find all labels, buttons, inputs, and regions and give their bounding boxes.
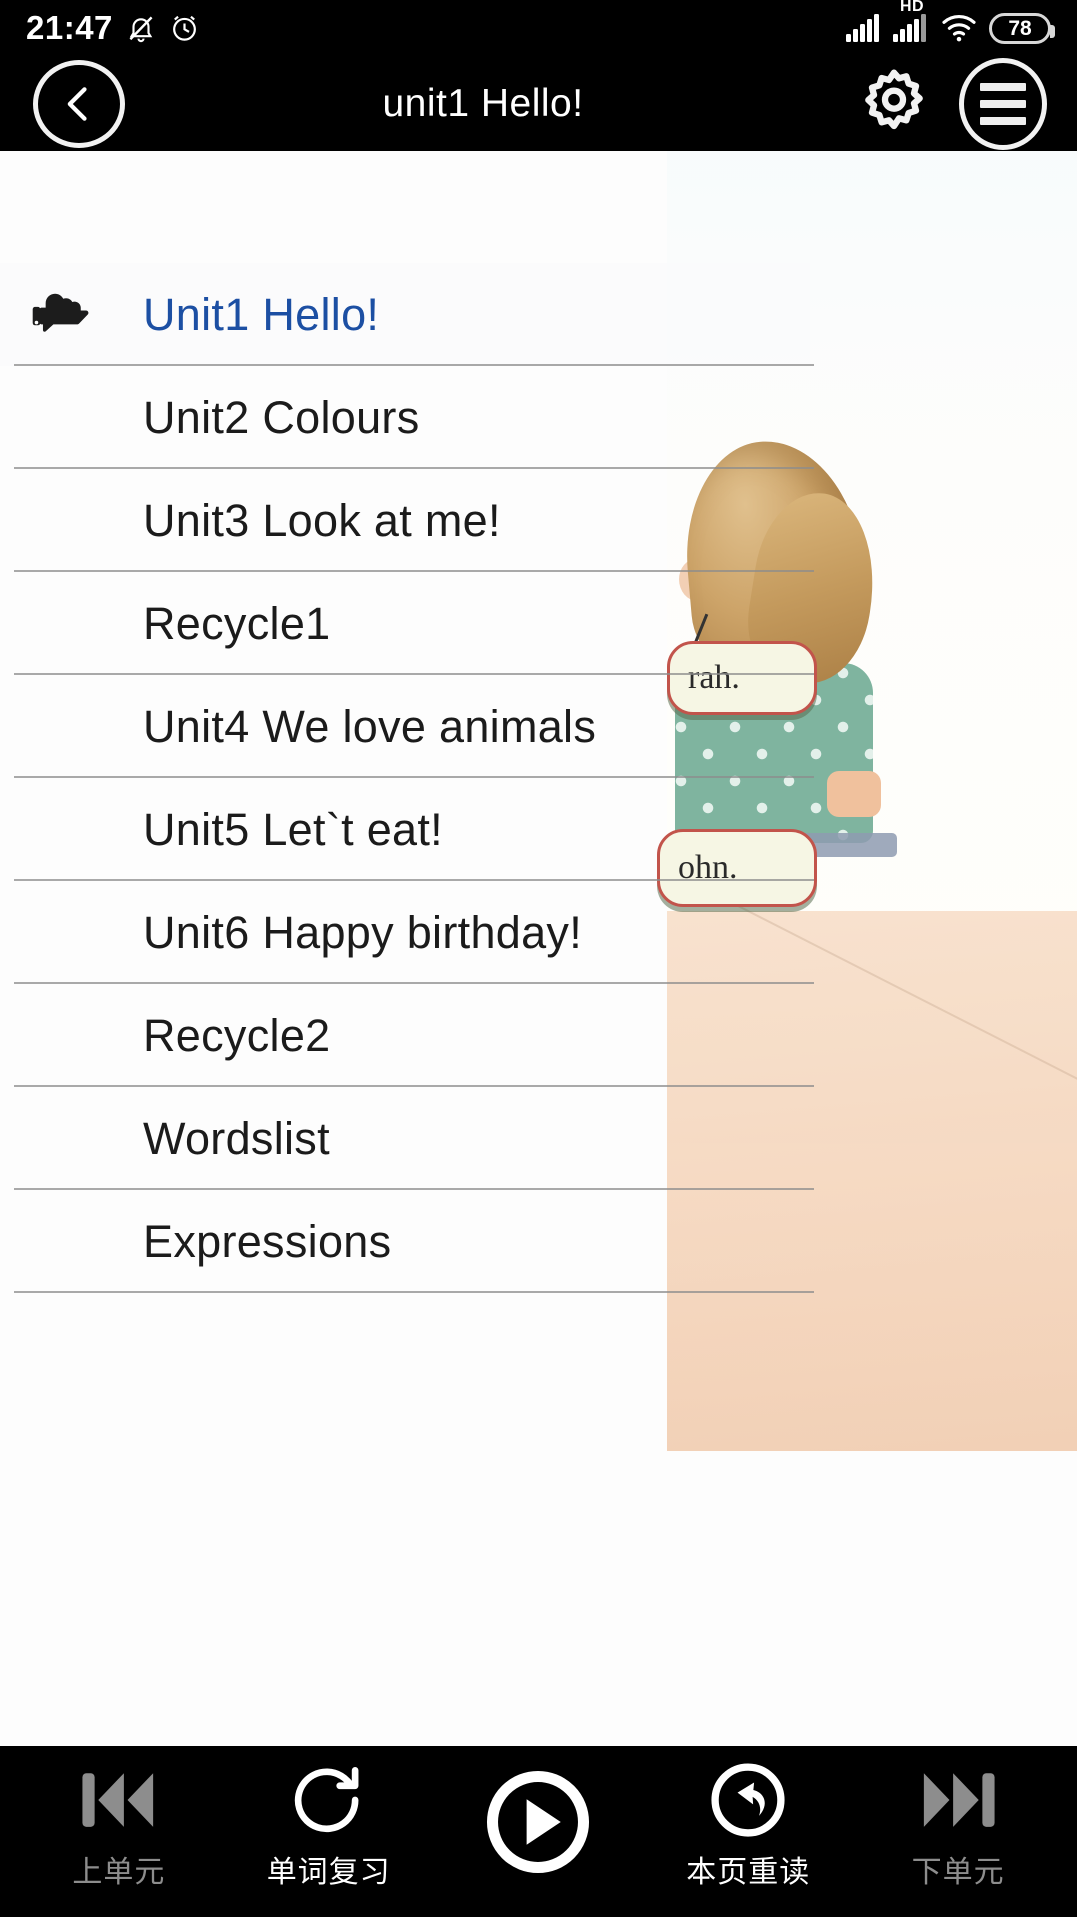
list-item-unit2[interactable]: Unit2 Colours <box>0 366 814 469</box>
next-unit-label: 下单元 <box>911 1855 1005 1889</box>
refresh-circle-icon <box>291 1763 367 1837</box>
list-item-unit1[interactable]: Unit1 Hello! <box>0 263 814 366</box>
status-bar-right: HD 78 <box>846 0 1055 44</box>
list-item-label: Unit1 Hello! <box>143 288 380 340</box>
status-bar-left: 21:47 <box>26 9 200 47</box>
girl-arm <box>827 771 881 817</box>
status-bar: 21:47 HD 78 <box>0 0 1077 56</box>
prev-unit-button[interactable]: 上单元 <box>24 1763 214 1891</box>
chevron-left-icon <box>67 86 87 121</box>
back-button[interactable] <box>33 59 125 148</box>
hd-icon: HD <box>900 0 925 15</box>
hamburger-menu-icon <box>980 82 1026 125</box>
content-area: rah. ohn. Unit1 Hello! Unit2 Colours Uni… <box>0 151 1077 1746</box>
skip-previous-icon <box>80 1763 158 1837</box>
list-item-unit5[interactable]: Unit5 Let`t eat! <box>0 778 814 881</box>
bottom-toolbar: 上单元 单词复习 本页重读 下单元 <box>0 1746 1077 1917</box>
list-top-spacer <box>0 151 1077 263</box>
header-actions <box>851 57 1047 150</box>
wifi-icon <box>940 13 978 43</box>
reread-page-label: 本页重读 <box>686 1855 811 1889</box>
play-button[interactable] <box>443 1770 633 1880</box>
list-item-label: Recycle2 <box>143 1009 331 1061</box>
next-unit-button[interactable]: 下单元 <box>863 1763 1053 1891</box>
app-header: unit1 Hello! <box>0 56 1077 151</box>
list-item-label: Expressions <box>143 1215 392 1267</box>
pointing-hand-icon <box>30 286 102 344</box>
battery-icon: 78 <box>989 12 1055 44</box>
page-title: unit1 Hello! <box>382 81 584 125</box>
mute-bell-icon <box>126 12 156 44</box>
unit-list: Unit1 Hello! Unit2 Colours Unit3 Look at… <box>0 263 814 1293</box>
signal-bars-2-icon <box>893 14 926 42</box>
list-item-label: Unit2 Colours <box>143 391 420 443</box>
prev-unit-label: 上单元 <box>72 1855 166 1889</box>
gear-icon <box>865 69 923 129</box>
list-separator <box>14 1291 814 1293</box>
list-item-recycle1[interactable]: Recycle1 <box>0 572 814 675</box>
list-item-unit6[interactable]: Unit6 Happy birthday! <box>0 881 814 984</box>
menu-button[interactable] <box>959 57 1047 150</box>
list-item-label: Unit4 We love animals <box>143 700 597 752</box>
settings-button[interactable] <box>851 61 937 147</box>
alarm-clock-icon <box>169 12 200 44</box>
replay-back-icon <box>709 1762 787 1837</box>
list-item-label: Unit5 Let`t eat! <box>143 803 443 855</box>
status-time: 21:47 <box>26 9 113 46</box>
list-item-label: Wordslist <box>143 1112 330 1164</box>
list-item-wordslist[interactable]: Wordslist <box>0 1087 814 1190</box>
list-item-unit4[interactable]: Unit4 We love animals <box>0 675 814 778</box>
hd-signal-group: HD <box>893 0 929 42</box>
word-review-label: 单词复习 <box>266 1855 391 1889</box>
skip-next-icon <box>919 1763 997 1837</box>
list-item-unit3[interactable]: Unit3 Look at me! <box>0 469 814 572</box>
signal-bars-icon <box>846 14 882 42</box>
battery-level: 78 <box>1008 16 1032 40</box>
play-circle-icon <box>486 1770 590 1873</box>
list-item-label: Unit6 Happy birthday! <box>143 906 583 958</box>
list-item-label: Unit3 Look at me! <box>143 494 501 546</box>
list-item-expressions[interactable]: Expressions <box>0 1190 814 1293</box>
reread-page-button[interactable]: 本页重读 <box>653 1762 843 1891</box>
word-review-button[interactable]: 单词复习 <box>234 1763 424 1891</box>
list-item-label: Recycle1 <box>143 597 331 649</box>
list-item-recycle2[interactable]: Recycle2 <box>0 984 814 1087</box>
